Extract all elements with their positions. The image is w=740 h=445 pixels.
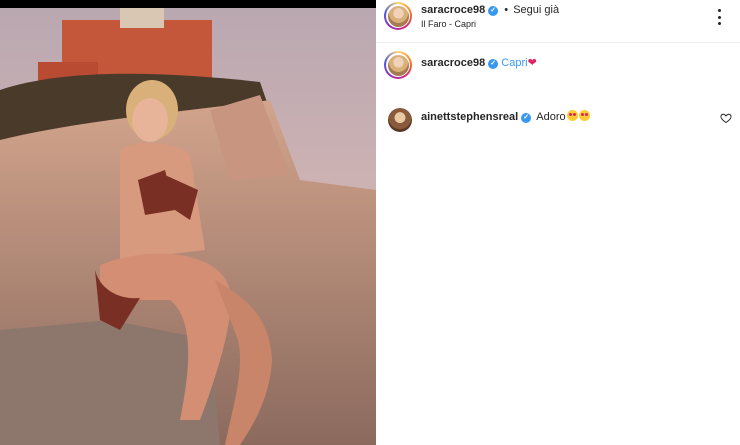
caption-avatar[interactable] — [384, 51, 412, 79]
post-sidebar: saracroce98 ✓ • Segui già Il Faro - Capri… — [376, 0, 740, 445]
verified-badge-icon: ✓ — [521, 113, 532, 123]
verified-badge-icon: ✓ — [488, 6, 499, 16]
avatar-image — [387, 5, 409, 27]
author-username[interactable]: saracroce98 — [421, 4, 485, 16]
comment-text: Adoro — [536, 111, 566, 123]
post-header: saracroce98 ✓ • Segui già Il Faro - Capri — [376, 0, 740, 43]
post-photo[interactable] — [0, 0, 376, 445]
heart-eyes-emoji — [566, 110, 578, 121]
comment-username[interactable]: ainettstephensreal — [421, 111, 518, 123]
more-options-icon[interactable] — [712, 9, 726, 25]
separator-dot: • — [504, 4, 509, 16]
caption-text[interactable]: Capri — [501, 57, 527, 69]
caption-username[interactable]: saracroce98 — [421, 57, 485, 69]
post-location[interactable]: Il Faro - Capri — [421, 19, 476, 29]
photo-illustration — [0, 0, 376, 445]
verified-badge-icon: ✓ — [488, 59, 499, 69]
heart-emoji: ❤ — [527, 57, 537, 69]
comment-avatar[interactable] — [388, 108, 412, 132]
photo-top-bar — [0, 0, 376, 8]
caption: saracroce98 ✓ Capri❤ — [421, 56, 537, 69]
heart-outline-icon[interactable] — [720, 112, 732, 124]
author-avatar[interactable] — [384, 2, 412, 30]
author-username-row: saracroce98 ✓ • Segui già — [421, 4, 559, 16]
follow-status-button[interactable]: Segui già — [513, 4, 559, 16]
comment: ainettstephensreal ✓ Adoro — [421, 110, 590, 123]
heart-eyes-emoji — [578, 110, 590, 121]
